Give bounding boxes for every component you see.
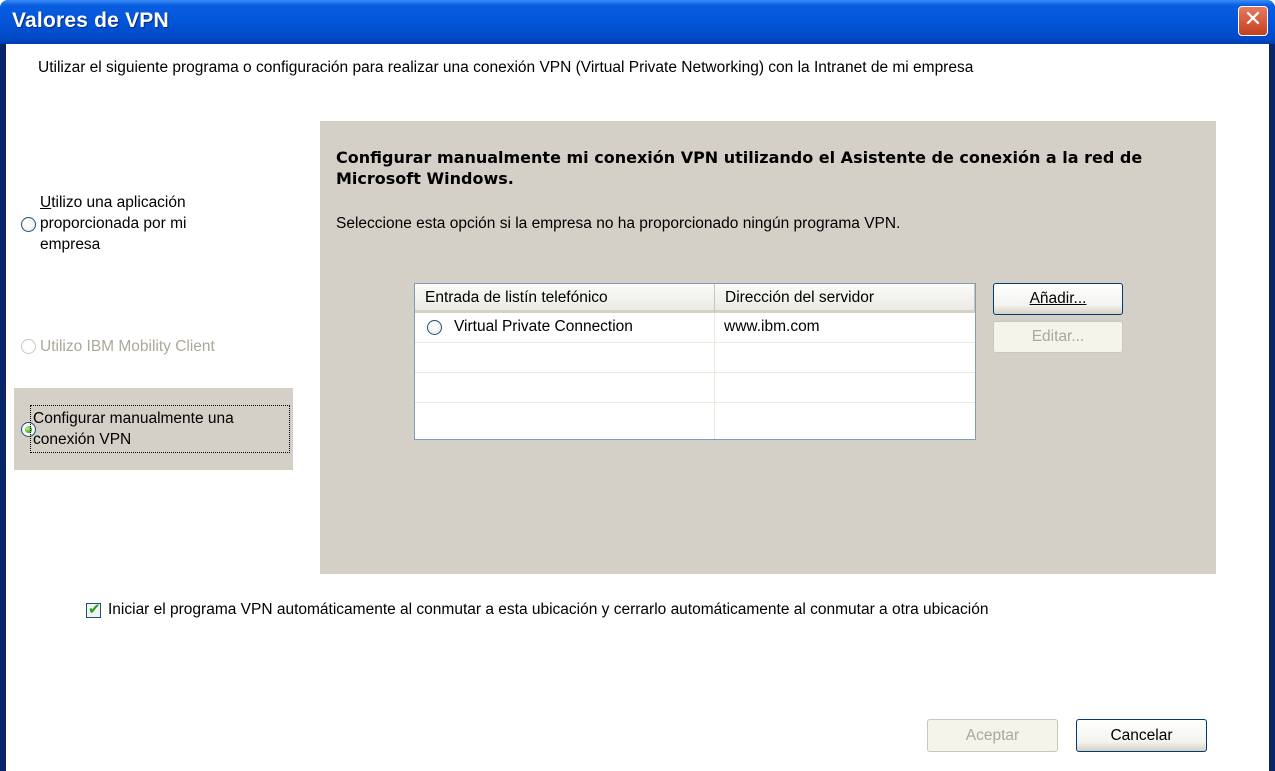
- accept-button[interactable]: Aceptar: [927, 719, 1058, 752]
- cell-phonebook-entry: Virtual Private Connection: [454, 318, 633, 335]
- add-button-label: Añadir...: [1029, 290, 1087, 307]
- column-divider: [714, 313, 715, 439]
- edit-button[interactable]: Editar...: [993, 321, 1123, 353]
- row-select-radio[interactable]: [427, 320, 442, 335]
- add-button[interactable]: Añadir...: [993, 283, 1123, 315]
- checkmark-icon: ✔: [88, 600, 101, 618]
- radio-company-application[interactable]: [21, 217, 36, 232]
- table-row-empty: [415, 343, 975, 373]
- option-ibm-mobility-label[interactable]: Utilizo IBM Mobility Client: [40, 336, 215, 357]
- cancel-button[interactable]: Cancelar: [1076, 719, 1207, 752]
- table-row-empty: [415, 373, 975, 403]
- panel-description: Seleccione esta opción si la empresa no …: [336, 215, 901, 232]
- window-title: Valores de VPN: [12, 9, 169, 32]
- close-button[interactable]: ✕: [1238, 6, 1268, 36]
- panel-heading: Configurar manualmente mi conexión VPN u…: [336, 148, 1143, 188]
- table-row-empty: [415, 403, 975, 433]
- accept-button-label: Aceptar: [965, 727, 1020, 744]
- close-icon: ✕: [1243, 7, 1263, 32]
- option-manual-configuration-label[interactable]: Configurar manualmente una conexión VPN: [33, 408, 234, 450]
- title-bar[interactable]: Valores de VPN ✕: [0, 0, 1275, 44]
- auto-start-checkbox[interactable]: ✔: [86, 600, 101, 618]
- auto-start-label[interactable]: Iniciar el programa VPN automáticamente …: [108, 601, 989, 619]
- column-header-server-address[interactable]: Dirección del servidor: [715, 284, 975, 313]
- edit-button-label: Editar...: [1031, 328, 1085, 345]
- column-header-phonebook-entry[interactable]: Entrada de listín telefónico: [415, 284, 715, 313]
- cancel-button-label: Cancelar: [1110, 727, 1173, 744]
- option-company-application-label[interactable]: Utilizo una aplicación proporcionada por…: [40, 192, 186, 255]
- radio-ibm-mobility-client[interactable]: [21, 339, 36, 354]
- intro-text: Utilizar el siguiente programa o configu…: [38, 59, 974, 76]
- phonebook-table: Entrada de listín telefónico Dirección d…: [414, 283, 976, 440]
- cell-server-address: www.ibm.com: [724, 318, 820, 335]
